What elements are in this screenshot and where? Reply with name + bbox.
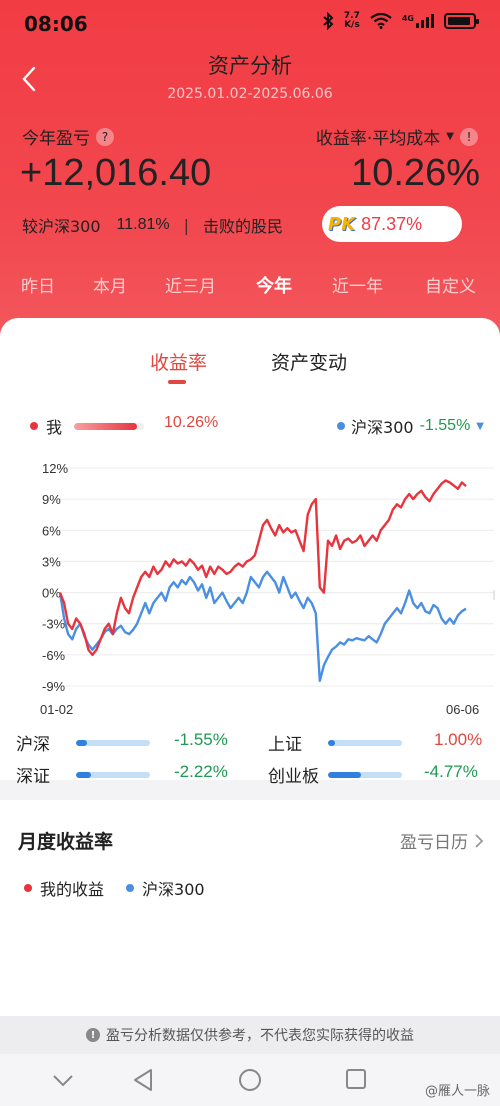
series-line	[58, 570, 467, 682]
nav-back-icon[interactable]	[132, 1068, 154, 1092]
tab-yesterday[interactable]: 昨日	[21, 272, 55, 297]
info-icon: !	[86, 1028, 100, 1042]
legend-me-label: 我	[46, 418, 63, 437]
rate-value: 10.26%	[351, 152, 480, 194]
date-range: 2025.01.02-2025.06.06	[167, 86, 333, 102]
signal-icon: 4G	[402, 14, 434, 28]
tab-asset-change[interactable]: 资产变动	[271, 348, 347, 375]
legend-dot	[24, 884, 32, 892]
battery-icon	[444, 13, 479, 29]
index-value: 1.00%	[434, 730, 483, 749]
legend-me-value: 10.26%	[164, 414, 219, 431]
index-value: -4.77%	[424, 762, 478, 781]
watermark: @雁人一脉	[424, 1084, 490, 1099]
legend-hs-label: 沪深300	[351, 418, 414, 437]
bluetooth-icon	[323, 12, 334, 30]
benchmark-selector[interactable]: 沪深300 -1.55% ▼	[337, 414, 484, 438]
help-icon[interactable]: ?	[96, 127, 114, 146]
index-name: 上证	[268, 735, 302, 755]
y-tick-label: 6%	[42, 523, 61, 538]
beat-value: 87.37%	[361, 213, 423, 234]
disclaimer-bar: ! 盈亏分析数据仅供参考，不代表您实际获得的收益	[0, 1016, 500, 1054]
y-tick-label: 3%	[42, 554, 61, 569]
monthly-title: 月度收益率	[18, 831, 114, 853]
divider: |	[183, 215, 190, 235]
dropdown-triangle-icon: ▼	[446, 131, 454, 142]
y-tick-label: -9%	[42, 679, 66, 694]
tab-this-month[interactable]: 本月	[93, 272, 127, 297]
calendar-link-label: 盈亏日历	[400, 833, 468, 853]
y-tick-label: 9%	[42, 492, 61, 507]
legend-hs-value: -1.55%	[419, 417, 471, 434]
tab-this-year[interactable]: 今年	[256, 272, 292, 298]
chevron-right-icon	[475, 833, 484, 848]
dropdown-triangle-icon: ▼	[476, 420, 484, 432]
return-chart[interactable]: 12% 9% 6% 3% 0% -3% -6% -9% 01-02 06-06	[0, 450, 500, 720]
x-tick-start: 01-02	[40, 702, 73, 717]
legend-my-income: 我的收益	[40, 880, 105, 899]
index-row-sz: 深证	[16, 762, 150, 787]
index-name: 沪深	[16, 735, 50, 755]
chevron-down-icon[interactable]	[52, 1074, 74, 1088]
index-name: 创业板	[268, 767, 319, 787]
rate-selector[interactable]: 收益率·平均成本 ▼ !	[316, 124, 478, 149]
net-speed: 7.7 K/s	[344, 12, 360, 30]
nav-recents-icon[interactable]	[345, 1068, 367, 1090]
beat-label: 击败的股民	[203, 217, 284, 236]
y-tick-label: 12%	[42, 461, 68, 476]
nav-home-icon[interactable]	[238, 1068, 262, 1092]
profit-label: 今年盈亏 ?	[22, 124, 114, 149]
index-name: 深证	[16, 767, 50, 787]
index-bar	[76, 739, 150, 746]
tab-one-year[interactable]: 近一年	[332, 272, 383, 297]
index-bar	[76, 771, 150, 778]
pk-logo-icon: PK	[328, 213, 356, 235]
period-tabs: 昨日 本月 近三月 今年 近一年 自定义	[0, 272, 500, 302]
monthly-legend: 我的收益 沪深300	[24, 876, 205, 900]
index-bar	[328, 739, 402, 746]
disclaimer-text: 盈亏分析数据仅供参考，不代表您实际获得的收益	[106, 1028, 414, 1044]
y-tick-label: 0%	[42, 586, 61, 601]
wifi-icon	[370, 13, 392, 29]
legend-hs-dot	[337, 422, 346, 430]
profit-label-text: 今年盈亏	[22, 129, 90, 149]
series-line	[58, 479, 467, 657]
status-bar: 08:06 7.7 K/s 4G	[0, 0, 500, 52]
index-value: -2.22%	[174, 762, 228, 781]
warning-icon[interactable]: !	[460, 127, 478, 146]
index-row-sh: 上证	[268, 730, 402, 755]
legend-me: 我	[30, 414, 145, 438]
legend-hs300: 沪深300	[142, 880, 205, 899]
profit-value: +12,016.40	[20, 152, 212, 194]
calendar-link[interactable]: 盈亏日历	[400, 828, 484, 853]
legend-me-dot	[30, 422, 38, 430]
index-bar	[328, 771, 402, 778]
legend-me-bar	[74, 422, 145, 430]
legend-dot	[126, 884, 135, 892]
index-value: -1.55%	[174, 730, 228, 749]
network-type: 4G	[401, 14, 414, 23]
tab-three-months[interactable]: 近三月	[165, 272, 216, 297]
compare-label: 较沪深300	[22, 217, 101, 236]
rate-label-text: 收益率·平均成本	[315, 129, 441, 149]
pk-badge[interactable]: PK 87.37%	[322, 206, 462, 242]
y-tick-label: -3%	[42, 617, 66, 632]
page-title: 资产分析	[208, 54, 292, 78]
status-time: 08:06	[24, 12, 88, 36]
compare-value: 11.81%	[116, 216, 170, 233]
status-icons: 7.7 K/s 4G	[322, 12, 479, 30]
compare-row: 较沪深300 11.81% | 击败的股民	[22, 213, 283, 237]
y-tick-label: -6%	[42, 648, 66, 663]
x-tick-end: 06-06	[446, 702, 479, 717]
tab-underline	[168, 380, 186, 384]
tab-custom[interactable]: 自定义	[425, 272, 476, 297]
net-speed-unit: K/s	[344, 20, 360, 30]
tab-return-rate[interactable]: 收益率	[150, 348, 207, 375]
index-row-cyb: 创业板	[268, 762, 402, 787]
index-row-hs: 沪深	[16, 730, 150, 755]
